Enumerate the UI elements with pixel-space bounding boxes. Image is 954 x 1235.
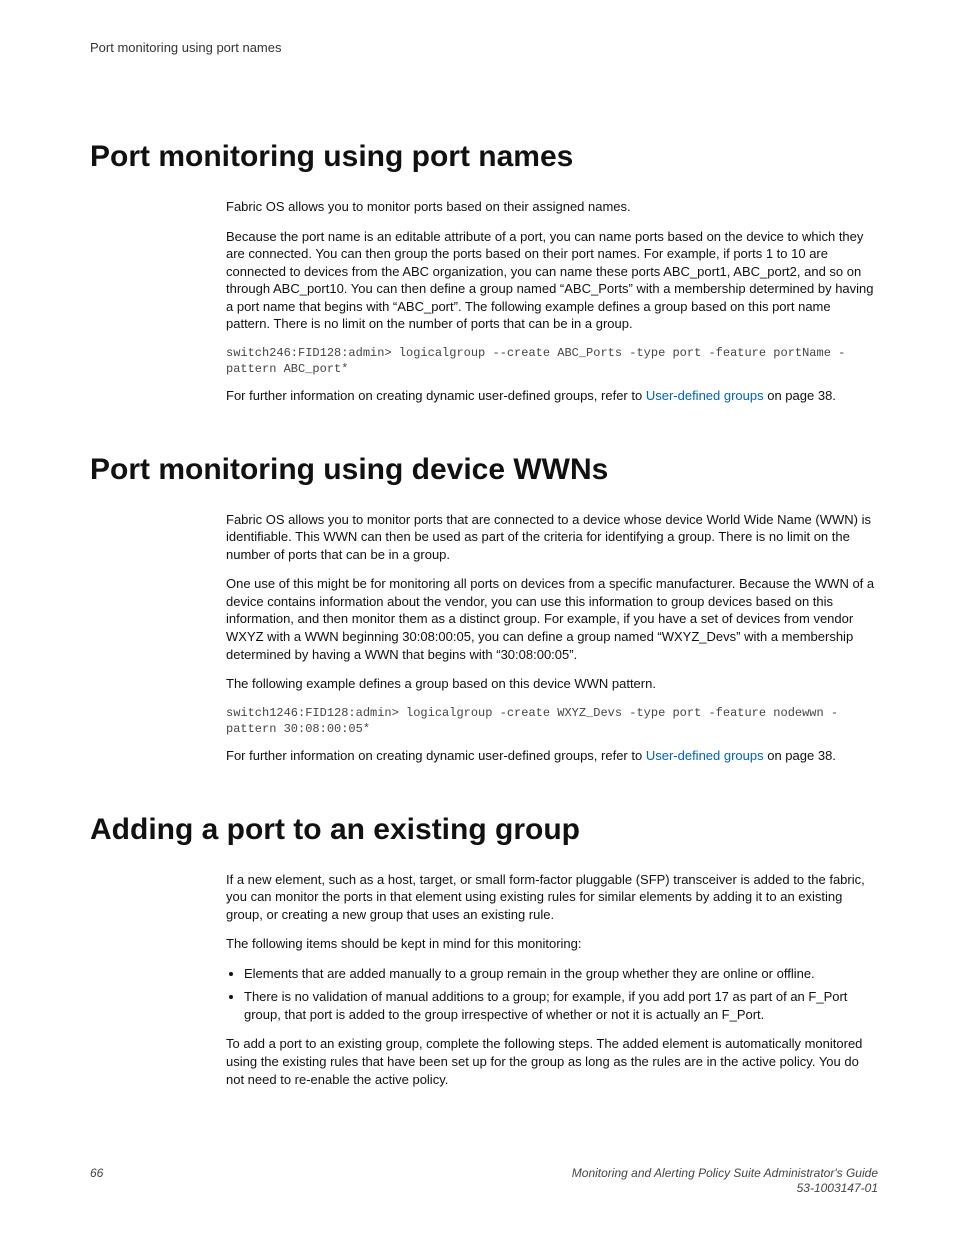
paragraph: Fabric OS allows you to monitor ports th… <box>226 511 878 564</box>
text: on page 38. <box>764 748 836 763</box>
footer-guide-title: Monitoring and Alerting Policy Suite Adm… <box>572 1166 878 1180</box>
code-block: switch246:FID128:admin> logicalgroup --c… <box>226 345 878 377</box>
page-number: 66 <box>90 1166 103 1180</box>
link-user-defined-groups[interactable]: User-defined groups <box>646 388 764 403</box>
list-item: There is no validation of manual additio… <box>244 988 878 1023</box>
text: For further information on creating dyna… <box>226 388 646 403</box>
paragraph: The following example defines a group ba… <box>226 675 878 693</box>
list-item: Elements that are added manually to a gr… <box>244 965 878 983</box>
heading-port-names: Port monitoring using port names <box>90 140 878 174</box>
paragraph: Fabric OS allows you to monitor ports ba… <box>226 198 878 216</box>
heading-device-wwns: Port monitoring using device WWNs <box>90 453 878 487</box>
text: For further information on creating dyna… <box>226 748 646 763</box>
bullet-list: Elements that are added manually to a gr… <box>226 965 878 1024</box>
code-block: switch1246:FID128:admin> logicalgroup -c… <box>226 705 878 737</box>
footer-doc-number: 53-1003147-01 <box>797 1181 878 1195</box>
section-port-names: Port monitoring using port names Fabric … <box>90 140 878 405</box>
section-adding-port: Adding a port to an existing group If a … <box>90 813 878 1088</box>
link-user-defined-groups[interactable]: User-defined groups <box>646 748 764 763</box>
running-header: Port monitoring using port names <box>90 40 281 55</box>
paragraph: Because the port name is an editable att… <box>226 228 878 333</box>
paragraph: To add a port to an existing group, comp… <box>226 1035 878 1088</box>
paragraph: For further information on creating dyna… <box>226 747 878 765</box>
main-content: Port monitoring using port names Fabric … <box>90 140 878 1100</box>
footer: 66 Monitoring and Alerting Policy Suite … <box>90 1166 878 1197</box>
heading-adding-port: Adding a port to an existing group <box>90 813 878 847</box>
paragraph: The following items should be kept in mi… <box>226 935 878 953</box>
paragraph: If a new element, such as a host, target… <box>226 871 878 924</box>
text: on page 38. <box>764 388 836 403</box>
section-device-wwns: Port monitoring using device WWNs Fabric… <box>90 453 878 765</box>
paragraph: For further information on creating dyna… <box>226 387 878 405</box>
paragraph: One use of this might be for monitoring … <box>226 575 878 663</box>
